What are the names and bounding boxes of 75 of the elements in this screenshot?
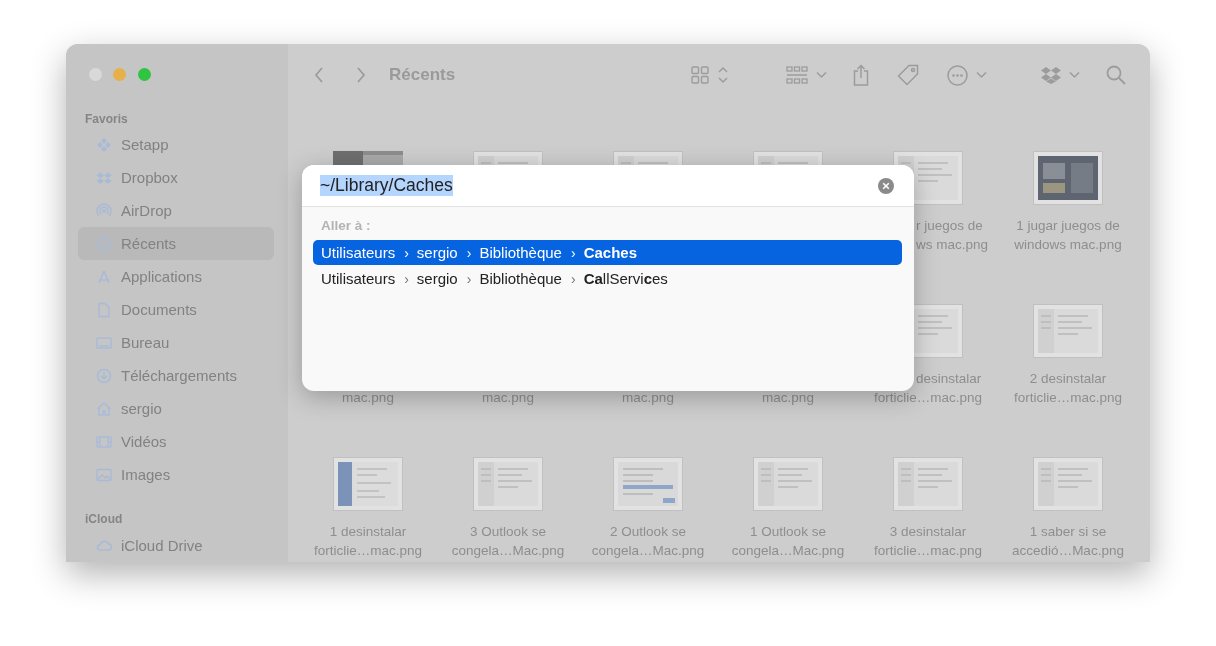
file-name: 1 saber si se — [1028, 523, 1108, 541]
group-view-icon[interactable] — [786, 66, 808, 84]
sidebar-item[interactable]: Documents — [78, 293, 274, 327]
caret-icon[interactable] — [976, 71, 987, 79]
file-name: mac.png — [341, 389, 395, 407]
screenshot-thumbnail — [333, 457, 403, 511]
file-name: ws mac.png — [915, 236, 990, 254]
home-icon — [96, 400, 112, 417]
file-name: mac.png — [481, 389, 535, 407]
search-icon[interactable] — [1106, 65, 1126, 85]
file-name: forticlie…mac.png — [1012, 389, 1123, 407]
file-name: 3 desinstalar — [888, 523, 968, 541]
sidebar-heading: iCloud — [84, 512, 124, 527]
file-name: congela…Mac.png — [730, 542, 846, 560]
screenshot-thumbnail — [1033, 151, 1103, 205]
boxes-icon[interactable] — [1041, 66, 1061, 84]
file-name: desinstalar — [915, 370, 983, 388]
file-name: forticlie…mac.png — [872, 389, 983, 407]
screenshot-thumbnail — [473, 457, 543, 511]
film-icon — [96, 433, 112, 450]
path-suggestion[interactable]: Utilisateurs › sergio › Bibliothèque › Caches — [313, 240, 902, 265]
path-suggestion[interactable]: Utilisateurs › sergio › Bibliothèque › CallServices — [313, 266, 902, 291]
diamond-cluster-icon — [96, 136, 112, 153]
window-control-button[interactable] — [137, 68, 151, 81]
download-icon — [96, 367, 112, 384]
signal-icon — [96, 202, 112, 219]
file-name: 1 desinstalar — [328, 523, 408, 541]
file-name: 3 Outlook se — [469, 523, 547, 541]
grid-view-icon[interactable] — [691, 66, 709, 84]
sidebar-item[interactable]: Setapp — [78, 128, 274, 162]
tag-icon[interactable] — [897, 64, 919, 86]
sidebar-item[interactable]: Images — [78, 458, 274, 491]
apps-icon — [96, 268, 112, 285]
screenshot-thumbnail — [613, 457, 683, 511]
sidebar-item[interactable]: sergio — [78, 392, 274, 426]
up-down-icon[interactable] — [718, 66, 728, 84]
file-name: accedió…Mac.png — [1011, 542, 1125, 560]
more-icon[interactable] — [947, 64, 968, 86]
file-name: 1 jugar juegos de — [1015, 217, 1121, 235]
file-name: 1 Outlook se — [749, 523, 827, 541]
sidebar-item[interactable]: Vidéos — [78, 425, 274, 459]
file-name: forticlie…mac.png — [872, 542, 983, 560]
sidebar-item[interactable]: AirDrop — [78, 194, 274, 228]
screenshot-thumbnail — [753, 457, 823, 511]
share-icon[interactable] — [853, 64, 869, 86]
clock-icon — [96, 235, 112, 252]
file-name: congela…Mac.png — [590, 542, 706, 560]
file-name: forticlie…mac.png — [312, 542, 423, 560]
section-label: Aller à : — [320, 218, 372, 234]
sidebar-item[interactable]: Applications — [78, 260, 274, 294]
sidebar-item[interactable]: Dropbox — [78, 161, 274, 195]
file-name: windows mac.png — [1013, 236, 1123, 254]
desktop-icon — [96, 334, 112, 351]
file-name: r juegos de — [915, 217, 984, 235]
window-control-button[interactable] — [113, 68, 126, 81]
sidebar-heading: Favoris — [84, 112, 129, 126]
forward-icon[interactable] — [356, 66, 366, 84]
screenshot-thumbnail — [1033, 304, 1103, 358]
document-icon — [96, 301, 112, 318]
caret-icon[interactable] — [1069, 71, 1080, 79]
sidebar-item[interactable]: Bureau — [78, 326, 274, 360]
file-name: congela…Mac.png — [450, 542, 566, 560]
sidebar-item[interactable]: Téléchargements — [78, 359, 274, 393]
screenshot-thumbnail — [893, 457, 963, 511]
screenshot-thumbnail — [1033, 457, 1103, 511]
file-name: 2 desinstalar — [1028, 370, 1108, 388]
image-icon — [96, 466, 112, 483]
path-field[interactable]: ~/Library/Caches — [302, 165, 914, 207]
sidebar-item[interactable]: iCloud Drive — [78, 529, 274, 562]
caret-icon[interactable] — [816, 71, 827, 79]
back-icon[interactable] — [314, 66, 324, 84]
file-name: 2 Outlook se — [609, 523, 687, 541]
clear-icon[interactable] — [878, 177, 894, 194]
file-name: mac.png — [621, 389, 675, 407]
file-name: mac.png — [761, 389, 815, 407]
